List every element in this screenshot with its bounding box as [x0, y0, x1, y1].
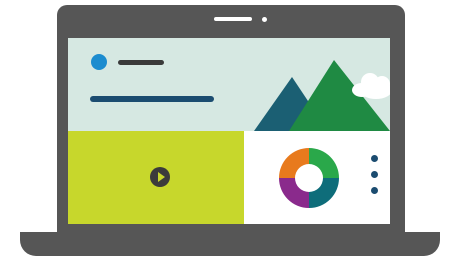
more-vertical-icon[interactable]	[371, 171, 378, 178]
more-vertical-icon[interactable]	[371, 155, 378, 162]
play-icon[interactable]	[150, 167, 170, 187]
camera-bar	[214, 17, 252, 21]
laptop-illustration	[0, 0, 455, 264]
laptop-screen	[68, 38, 390, 224]
camera-dot	[262, 17, 267, 22]
more-vertical-icon[interactable]	[371, 187, 378, 194]
donut-segment-purple	[279, 178, 309, 208]
chart-panel	[244, 131, 390, 224]
donut-chart-icon	[279, 148, 339, 208]
cloud-icon	[352, 73, 390, 99]
landscape-image	[254, 60, 390, 131]
donut-segment-teal	[309, 178, 339, 208]
donut-segment-orange	[279, 148, 309, 178]
header-panel	[68, 38, 390, 131]
video-panel	[68, 131, 244, 224]
laptop-base	[20, 232, 440, 256]
donut-segment-green	[309, 148, 339, 178]
